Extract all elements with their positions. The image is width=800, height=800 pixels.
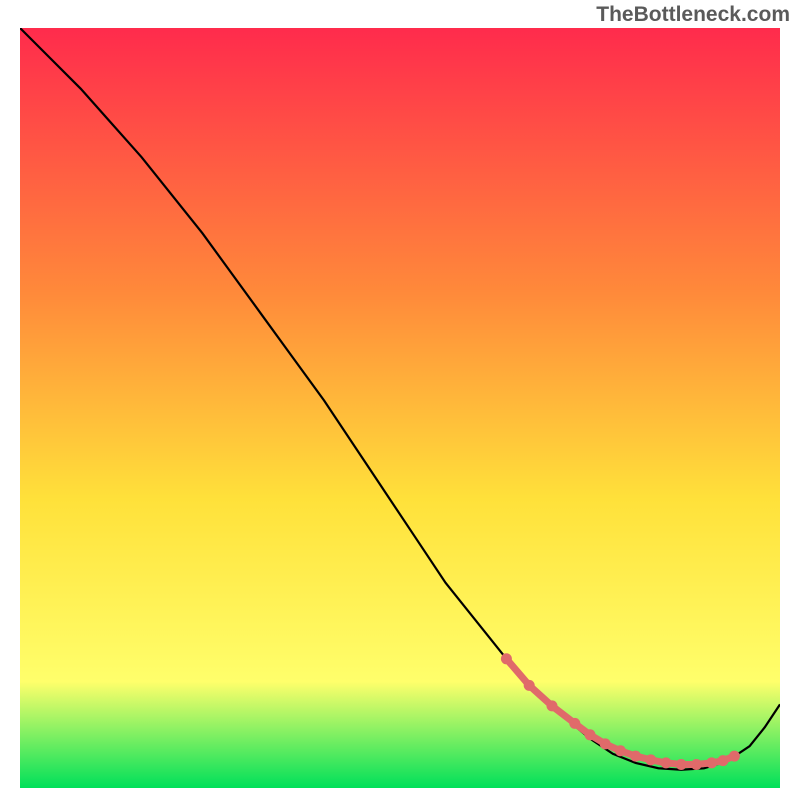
- marker-dot: [524, 680, 535, 691]
- marker-dot: [729, 751, 740, 762]
- plot-background: [20, 28, 780, 788]
- marker-dot: [615, 745, 626, 756]
- chart-container: TheBottleneck.com: [0, 0, 800, 800]
- marker-dot: [676, 759, 687, 770]
- watermark-text: TheBottleneck.com: [596, 3, 790, 27]
- marker-dot: [630, 751, 641, 762]
- marker-dot: [718, 755, 729, 766]
- bottleneck-chart: [20, 28, 780, 788]
- marker-dot: [569, 718, 580, 729]
- marker-dot: [501, 653, 512, 664]
- marker-dot: [600, 738, 611, 749]
- marker-dot: [645, 754, 656, 765]
- marker-dot: [691, 759, 702, 770]
- marker-dot: [585, 729, 596, 740]
- marker-dot: [706, 757, 717, 768]
- marker-dot: [547, 700, 558, 711]
- marker-dot: [661, 757, 672, 768]
